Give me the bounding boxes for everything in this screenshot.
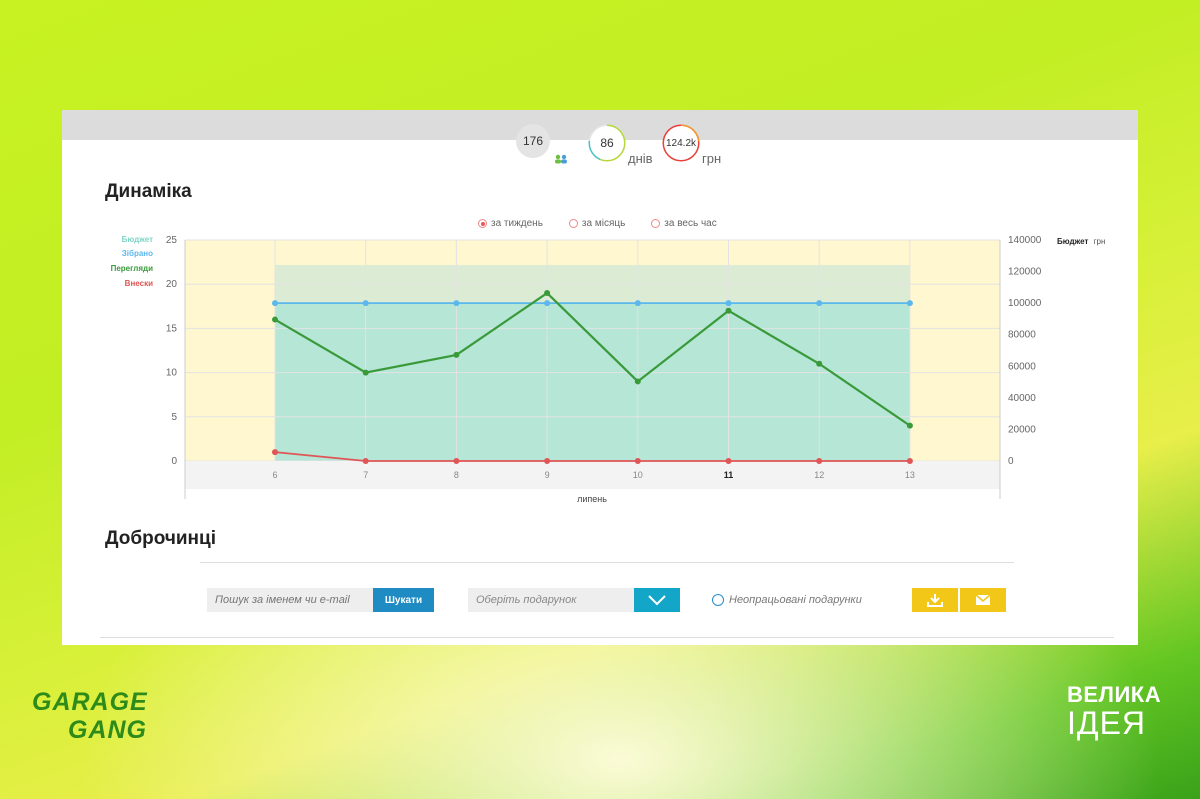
legend: Бюджет Зібрано Перегляди Внески [111, 235, 154, 288]
envelope-icon [975, 594, 991, 605]
right-tick-label: 60000 [1008, 361, 1036, 372]
radio-selected-icon [478, 219, 487, 228]
left-tick-label: 25 [166, 235, 178, 246]
days-count: 86 [590, 126, 624, 160]
legend-views: Перегляди [111, 264, 153, 273]
download-icon [927, 594, 943, 607]
checkbox-ring-icon [712, 594, 724, 606]
dynamics-title: Динаміка [105, 181, 192, 202]
right-tick-label: 80000 [1008, 330, 1036, 341]
right-tick-label: 0 [1008, 456, 1014, 467]
series-point [362, 300, 369, 307]
money-ring: 124.2k [662, 124, 700, 162]
x-tick-label: 10 [633, 470, 643, 480]
days-label: днів [628, 151, 653, 166]
dynamics-chart: 0 5 10 15 20 25 0 20000 40000 60000 80000 100000 12… [111, 235, 1106, 504]
series-point [544, 290, 551, 297]
download-button[interactable] [912, 588, 958, 612]
series-point [272, 316, 278, 323]
series-point [906, 422, 913, 429]
right-tick-label: 100000 [1008, 298, 1042, 309]
donor-search-input[interactable] [207, 588, 373, 612]
collected-area [275, 303, 910, 461]
series-point [453, 300, 460, 307]
series-point [725, 307, 732, 314]
series-point [634, 300, 641, 307]
x-axis-label: липень [577, 494, 607, 504]
right-tick-label: 120000 [1008, 267, 1042, 278]
money-label: грн [702, 151, 722, 166]
series-point [453, 351, 460, 358]
velyka-ideya-logo: ВЕЛИКА ІДЕЯ [1067, 682, 1162, 741]
days-stat: 86 днів [588, 124, 653, 166]
people-icon [555, 154, 567, 164]
right-tick-label: 20000 [1008, 424, 1036, 435]
unprocessed-gifts-label: Неопрацьовані подарунки [729, 594, 862, 606]
days-ring: 86 [588, 124, 626, 162]
series-point [816, 458, 823, 464]
series-point [906, 300, 913, 307]
series-point [906, 458, 913, 464]
radio-icon [568, 219, 578, 228]
series-point [544, 300, 551, 307]
series-point [634, 458, 641, 464]
right-axis-title: Бюджет грн [1057, 237, 1105, 246]
series-point [453, 458, 460, 464]
xaxis-band [185, 461, 1000, 489]
series-point [272, 449, 278, 456]
gift-select-toggle[interactable] [634, 588, 680, 612]
series-point [816, 360, 823, 367]
legend-collected: Зібрано [122, 249, 153, 258]
series-point [634, 378, 641, 385]
donors-title: Доброчинці [105, 528, 216, 549]
dashboard-panel: 176 86 днів 124.2k грн Динаміка за тижде… [62, 110, 1138, 645]
legend-contributions: Внески [125, 279, 153, 288]
series-point [725, 300, 732, 307]
left-tick-label: 20 [166, 279, 178, 290]
series-point [544, 458, 551, 464]
left-tick-label: 10 [166, 368, 178, 379]
right-tick-label: 40000 [1008, 393, 1036, 404]
series-point [725, 458, 732, 464]
supporters-stat: 176 [516, 124, 568, 164]
search-button[interactable]: Шукати [373, 588, 434, 612]
email-button[interactable] [960, 588, 1006, 612]
unprocessed-gifts-checkbox[interactable]: Неопрацьовані подарунки [712, 594, 862, 606]
left-tick-label: 0 [171, 456, 177, 467]
x-tick-label: 6 [272, 470, 277, 480]
right-tick-label: 140000 [1008, 235, 1042, 246]
garage-gang-logo: GARAGE GANG [32, 688, 148, 744]
x-tick-label: 13 [905, 470, 915, 480]
left-tick-label: 15 [166, 323, 178, 334]
series-point [362, 369, 369, 376]
bottom-divider [100, 637, 1114, 638]
chevron-down-icon [648, 595, 666, 606]
money-stat: 124.2k грн [662, 124, 721, 166]
divider [200, 562, 1014, 563]
x-tick-label: 11 [724, 470, 734, 480]
legend-budget: Бюджет [122, 235, 153, 244]
radio-icon [651, 219, 661, 228]
money-amount: 124.2k [664, 126, 698, 160]
supporters-count: 176 [516, 124, 550, 158]
x-tick-label: 7 [363, 470, 368, 480]
series-point [272, 300, 278, 307]
series-point [816, 300, 823, 307]
x-tick-label: 8 [454, 470, 459, 480]
series-point [362, 458, 369, 464]
left-tick-label: 5 [171, 412, 177, 423]
gift-select[interactable]: Оберіть подарунок [468, 588, 634, 612]
x-tick-label: 9 [545, 470, 550, 480]
x-tick-label: 12 [814, 470, 824, 480]
